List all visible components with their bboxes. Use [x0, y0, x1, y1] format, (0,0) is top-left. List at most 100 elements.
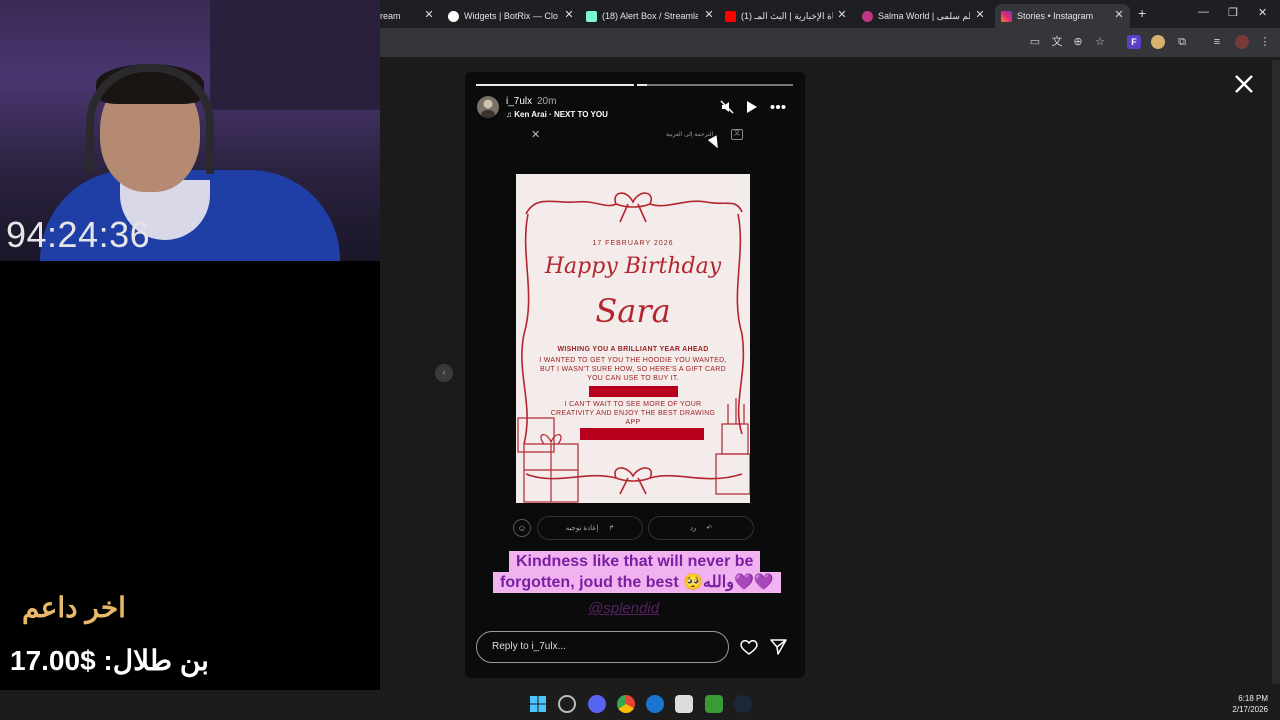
story-progress-segment	[476, 84, 634, 86]
tab-title: Salma World | عالم سلمى	[878, 10, 970, 21]
instagram-favicon-icon	[1001, 10, 1012, 22]
tab-close-icon[interactable]: ✕	[1112, 8, 1126, 21]
redacted-block	[580, 428, 704, 440]
translate-text[interactable]: الترجمة إلى العربية	[666, 131, 713, 138]
app-icon[interactable]	[558, 695, 576, 713]
mute-icon[interactable]	[720, 100, 734, 114]
card-wish: WISHING YOU A BRILLIANT YEAR AHEAD	[557, 346, 709, 353]
more-options-icon[interactable]	[770, 104, 786, 110]
app-icon[interactable]	[675, 695, 693, 713]
tab-streamlabs[interactable]: (18) Alert Box / Streamlab ✕	[586, 4, 716, 28]
tab-botrix[interactable]: Widgets | BotRix — Cloud ✕	[448, 4, 576, 28]
clock-date: 2/17/2026	[1232, 705, 1268, 714]
botrix-favicon-icon	[448, 10, 459, 22]
last-supporter: بن طلال: $17.00	[10, 645, 209, 676]
minecraft-icon[interactable]	[705, 695, 723, 713]
media-control-icon[interactable]: ≡	[1210, 35, 1224, 49]
story-progress-fill	[637, 84, 647, 86]
reply-input[interactable]: Reply to i_7ulx...	[476, 631, 729, 663]
new-tab-button[interactable]: +	[1138, 5, 1146, 21]
clock-time: 6:18 PM	[1238, 694, 1268, 703]
tab-kick[interactable]: ream ✕	[380, 4, 436, 28]
close-translation-icon[interactable]: ✕	[531, 128, 540, 141]
discord-icon[interactable]	[588, 695, 606, 713]
screen: ream ✕ Widgets | BotRix — Cloud ✕ (18) A…	[0, 0, 1280, 720]
tab-close-icon[interactable]: ✕	[562, 8, 576, 21]
close-stories-icon[interactable]	[1233, 73, 1255, 95]
chrome-icon[interactable]	[617, 695, 635, 713]
forward-button[interactable]: إعادة توجيه ↱	[537, 516, 643, 540]
start-windows-icon[interactable]	[529, 695, 547, 713]
send-icon[interactable]	[770, 639, 787, 655]
tab-close-icon[interactable]: ✕	[702, 8, 716, 21]
tab-title: Stories • Instagram	[1017, 11, 1094, 21]
reply-arrow-icon: ↶	[706, 525, 713, 532]
minimize-button[interactable]: —	[1198, 6, 1209, 18]
restore-button[interactable]: ❐	[1228, 6, 1238, 19]
profile-avatar-icon[interactable]	[1235, 35, 1249, 49]
tab-youtube[interactable]: (1) قناة الإخبارية | البث المـ ✕	[725, 4, 849, 28]
page-scrollbar[interactable]	[1272, 60, 1280, 684]
extensions-puzzle-icon[interactable]: ⧉	[1175, 35, 1189, 49]
card-body-2: I CAN'T WAIT TO SEE MORE OF YOUR CREATIV…	[550, 401, 716, 426]
last-supporter-label: اخر داعم	[22, 592, 126, 623]
card-title: Happy Birthday	[544, 254, 722, 279]
card-date: 17 FEBRUARY 2026	[592, 240, 674, 247]
youtube-favicon-icon	[725, 10, 736, 22]
tab-close-icon[interactable]: ✕	[422, 8, 436, 21]
card-ribbon-frame	[517, 192, 750, 503]
profile-favicon-icon	[862, 10, 873, 22]
birthday-card-image: 17 FEBRUARY 2026 Happy Birthday Sara WIS…	[516, 174, 750, 503]
tab-title: (18) Alert Box / Streamlab	[602, 11, 698, 21]
browser-toolbar: ▭ 文 ⊕ ☆ F ⧉ ≡ ⋮	[380, 28, 1280, 57]
headset-icon	[86, 64, 214, 174]
previous-story-button[interactable]: ‹	[435, 364, 453, 382]
translate-icon[interactable]: 文	[1050, 35, 1064, 49]
extension-avatar-icon[interactable]	[1151, 35, 1165, 49]
app-icon[interactable]	[646, 695, 664, 713]
webcam-background	[210, 0, 380, 110]
window-close-button[interactable]: ✕	[1258, 6, 1267, 19]
cast-icon[interactable]: ▭	[1028, 35, 1042, 49]
story-progress-segment	[637, 84, 793, 86]
caption-line-1: Kindness like that will never be	[509, 551, 761, 572]
redacted-block	[589, 386, 678, 397]
story-mention[interactable]: @splendid	[588, 600, 659, 617]
forward-arrow-icon: ↱	[608, 525, 615, 532]
steam-icon[interactable]	[734, 695, 752, 713]
tab-title: Widgets | BotRix — Cloud	[464, 11, 558, 21]
tab-title: ream	[380, 11, 401, 21]
tab-salma-world[interactable]: Salma World | عالم سلمى ✕	[862, 4, 987, 28]
bookmark-star-icon[interactable]: ☆	[1093, 35, 1107, 49]
webcam-overlay: 94:24:36	[0, 0, 380, 261]
story-time: 20m	[537, 96, 557, 107]
reply-small-label: رد	[689, 525, 697, 532]
card-body: I WANTED TO GET YOU THE HOODIE YOU WANTE…	[539, 357, 727, 382]
windows-taskbar	[0, 690, 1280, 720]
story-music[interactable]: ♫ Ken Arai · NEXT TO YOU	[506, 110, 608, 119]
story-music-label: Ken Arai · NEXT TO YOU	[514, 110, 608, 119]
system-clock[interactable]: 6:18 PM 2/17/2026	[1232, 693, 1268, 715]
music-note-icon: ♫	[506, 110, 515, 119]
forward-label: إعادة توجيه	[565, 525, 599, 532]
story-username[interactable]: i_7ulx	[506, 96, 532, 107]
chrome-menu-icon[interactable]: ⋮	[1258, 35, 1272, 49]
stream-timer: 94:24:36	[6, 214, 151, 255]
tab-strip: ream ✕ Widgets | BotRix — Cloud ✕ (18) A…	[380, 0, 1280, 28]
emoji-icon[interactable]: ☺	[513, 519, 531, 537]
card-name: Sara	[595, 292, 671, 330]
tab-close-icon[interactable]: ✕	[973, 8, 987, 21]
tab-instagram-stories[interactable]: Stories • Instagram ✕	[995, 4, 1130, 28]
reply-small-button[interactable]: رد ↶	[648, 516, 754, 540]
tab-title: (1) قناة الإخبارية | البث المـ	[741, 10, 833, 21]
translate-small-icon[interactable]: 文	[731, 129, 743, 140]
extension-f-icon[interactable]: F	[1127, 35, 1141, 49]
like-heart-icon[interactable]	[740, 639, 758, 655]
story-avatar[interactable]	[477, 96, 499, 118]
play-icon[interactable]	[746, 100, 758, 114]
tab-close-icon[interactable]: ✕	[835, 8, 849, 21]
streamlabs-favicon-icon	[586, 10, 597, 22]
caption-line-2: forgotten, joud the best 🥺والله💜💜	[493, 572, 781, 593]
zoom-icon[interactable]: ⊕	[1071, 35, 1085, 49]
story-caption: Kindness like that will never be forgott…	[493, 551, 781, 597]
